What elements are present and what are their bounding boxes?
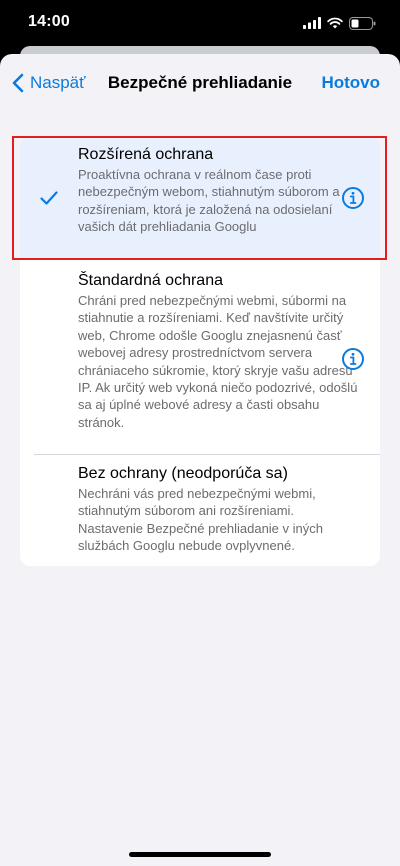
status-icons bbox=[303, 15, 376, 31]
info-icon[interactable] bbox=[341, 347, 365, 371]
info-icon[interactable] bbox=[341, 186, 365, 210]
status-time: 14:00 bbox=[28, 13, 70, 30]
done-button[interactable]: Hotovo bbox=[321, 73, 380, 93]
option-description: Proaktívna ochrana v reálnom čase proti … bbox=[78, 167, 340, 235]
option-description: Chráni pred nebezpečnými webmi, súbormi … bbox=[78, 293, 358, 430]
status-bar: 14:00 bbox=[0, 0, 400, 46]
settings-sheet: Naspäť Bezpečné prehliadanie Hotovo Rozš… bbox=[0, 54, 400, 866]
home-indicator bbox=[129, 852, 271, 857]
option-title: Štandardná ochrana bbox=[78, 272, 223, 289]
battery-icon bbox=[349, 16, 376, 30]
wifi-icon bbox=[327, 17, 343, 29]
option-title: Bez ochrany (neodporúča sa) bbox=[78, 465, 288, 482]
option-standard-protection[interactable]: Štandardná ochrana Chráni pred nebezpečn… bbox=[20, 260, 380, 452]
option-title: Rozšírená ochrana bbox=[78, 146, 214, 163]
signal-icon bbox=[303, 17, 321, 29]
option-description: Nechráni vás pred nebezpečnými webmi, st… bbox=[78, 486, 323, 554]
protection-options-list: Rozšírená ochrana Proaktívna ochrana v r… bbox=[20, 136, 380, 566]
checkmark-icon bbox=[40, 191, 58, 205]
option-enhanced-protection[interactable]: Rozšírená ochrana Proaktívna ochrana v r… bbox=[20, 136, 380, 260]
navigation-bar: Naspäť Bezpečné prehliadanie Hotovo bbox=[0, 54, 400, 114]
option-no-protection[interactable]: Bez ochrany (neodporúča sa) Nechráni vás… bbox=[20, 455, 380, 566]
